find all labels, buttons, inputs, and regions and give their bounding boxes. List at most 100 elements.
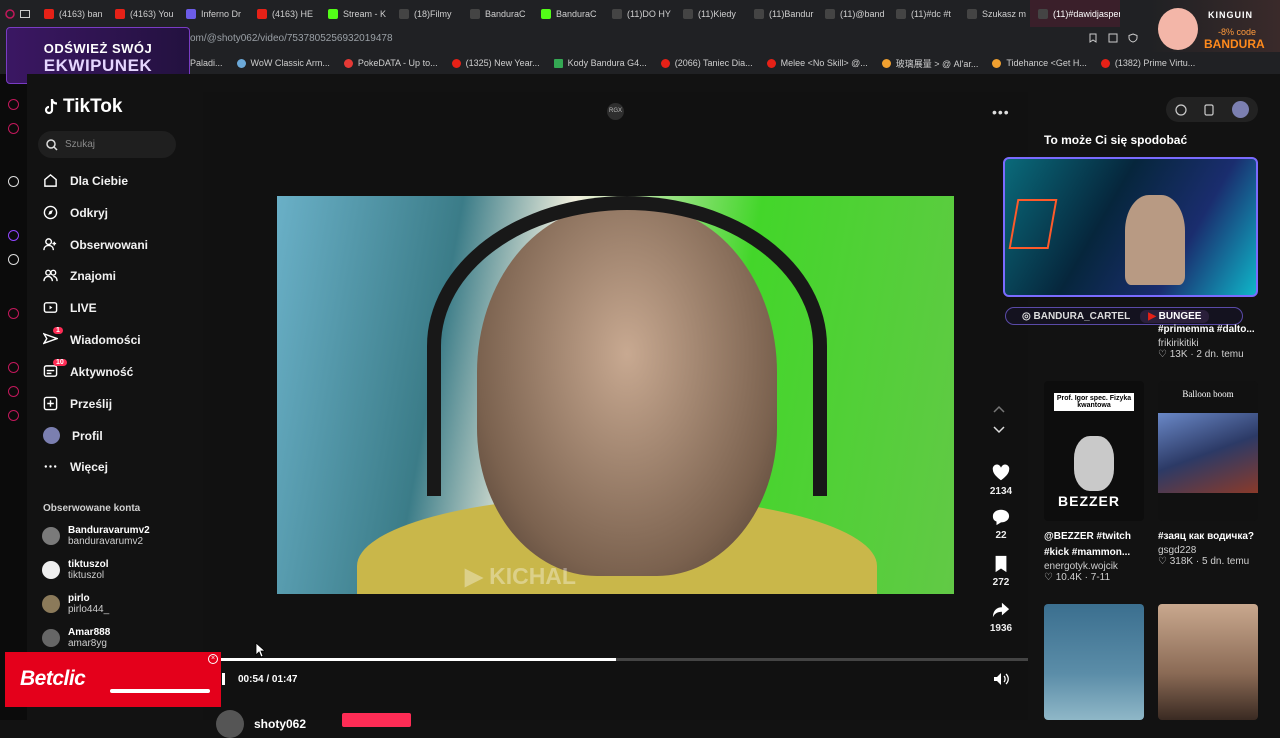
- avatar: [42, 561, 60, 579]
- top-right-actions: [1166, 97, 1258, 122]
- extension-icon[interactable]: [1108, 33, 1118, 43]
- x-icon[interactable]: [8, 254, 19, 265]
- settings-icon[interactable]: [8, 410, 19, 421]
- browser-tab-active[interactable]: (11)#dawidjasper: [1030, 0, 1120, 27]
- followed-account[interactable]: Banduravarumv2 banduravarumv2: [42, 525, 150, 547]
- browser-tab[interactable]: Inferno Dr: [178, 0, 249, 27]
- browser-tab[interactable]: (4163) You: [107, 0, 178, 27]
- avatar: [42, 629, 60, 647]
- inbox-icon: [43, 365, 58, 377]
- browser-tab[interactable]: (11)@band: [817, 0, 888, 27]
- tiktok-icon: [967, 8, 977, 19]
- nav-following[interactable]: Obserwowani: [43, 237, 148, 252]
- share-button[interactable]: 1936: [984, 601, 1018, 634]
- nav-friends[interactable]: Znajomi: [43, 268, 116, 283]
- browser-tab[interactable]: (11)Bandur: [746, 0, 817, 27]
- rail-app-icon[interactable]: [8, 123, 19, 134]
- avatar[interactable]: [1232, 101, 1250, 118]
- instagram-handle: ◎ BANDURA_CARTEL: [1022, 310, 1131, 322]
- browser-menu-icon[interactable]: [0, 0, 20, 27]
- betclic-ad[interactable]: Betclic ×: [5, 652, 221, 707]
- recommended-video-card[interactable]: Prof. Igor spec. Fizyka kwantowa BEZZER …: [1044, 381, 1152, 583]
- video-thumbnail[interactable]: [1158, 604, 1258, 720]
- browser-tab[interactable]: BanduraC: [533, 0, 604, 27]
- youtube-icon: [44, 8, 54, 19]
- browser-tab[interactable]: (11)DO HY: [604, 0, 675, 27]
- video-author[interactable]: shoty062: [216, 710, 306, 738]
- bookmark-item[interactable]: Tidehance <Get H...: [992, 58, 1087, 68]
- device-icon[interactable]: [1204, 103, 1215, 116]
- recommended-video-card[interactable]: #primemma #dalto... frikirikitiki ♡ 13K …: [1158, 322, 1266, 360]
- chevron-down-icon[interactable]: [993, 426, 1005, 437]
- video-thumbnail: Prof. Igor spec. Fizyka kwantowa BEZZER: [1044, 381, 1144, 521]
- rail-app-icon[interactable]: [8, 386, 19, 397]
- browser-tab[interactable]: (4163) HE: [249, 0, 320, 27]
- nav-for-you[interactable]: Dla Ciebie: [43, 173, 128, 188]
- followed-account[interactable]: Amar888 amar8yg: [42, 627, 110, 649]
- bookmark-item[interactable]: 玻璃展量 > @ Al'ar...: [881, 57, 978, 70]
- browser-tab[interactable]: Szukasz m: [959, 0, 1030, 27]
- comment-button[interactable]: 22: [984, 508, 1018, 541]
- tiktok-icon: [612, 8, 622, 19]
- bookmark-item[interactable]: (1382) Prime Virtu...: [1100, 58, 1195, 68]
- url-field[interactable]: om/@shoty062/video/7537805256932019478: [190, 33, 393, 44]
- youtube-icon: [1100, 58, 1110, 68]
- tiktok-icon: [470, 8, 480, 19]
- nav-more[interactable]: Więcej: [43, 459, 108, 474]
- bookmark-item[interactable]: Kody Bandura G4...: [553, 58, 647, 68]
- avatar: [42, 527, 60, 545]
- sheets-icon: [553, 58, 563, 68]
- followed-account[interactable]: tiktuszol tiktuszol: [42, 559, 109, 581]
- compass-icon[interactable]: [1175, 103, 1187, 116]
- bookmark-item[interactable]: (2066) Taniec Dia...: [660, 58, 753, 68]
- search-input[interactable]: Szukaj: [38, 131, 176, 158]
- more-options-icon[interactable]: •••: [992, 104, 1010, 120]
- video-frame[interactable]: ▶ KICHAL: [277, 196, 954, 594]
- nav-profile[interactable]: Profil: [43, 427, 103, 444]
- browser-tab[interactable]: (4163) ban: [36, 0, 107, 27]
- search-icon: [46, 138, 58, 151]
- video-thumbnail[interactable]: [1044, 604, 1144, 720]
- shield-icon[interactable]: [1128, 33, 1138, 43]
- tiktok-icon: [683, 8, 693, 19]
- rail-app-icon[interactable]: [8, 308, 19, 319]
- pause-button[interactable]: [222, 673, 230, 685]
- rail-app-icon[interactable]: [8, 99, 19, 110]
- browser-tab[interactable]: (18)Filmy: [391, 0, 462, 27]
- follow-button[interactable]: [342, 713, 411, 727]
- youtube-icon: [660, 58, 670, 68]
- browser-tab[interactable]: BanduraC: [462, 0, 533, 27]
- bookmark-item[interactable]: Melee <No Skill> @...: [766, 58, 868, 68]
- bookmark-item[interactable]: (1325) New Year...: [451, 58, 540, 68]
- close-icon[interactable]: ×: [208, 654, 218, 664]
- recommended-title: To może Ci się spodobać: [1044, 133, 1188, 147]
- volume-icon[interactable]: [993, 672, 1009, 691]
- browser-tab[interactable]: (11)#dc #t: [888, 0, 959, 27]
- bookmark-icon[interactable]: [1088, 33, 1098, 43]
- channel-badge[interactable]: RGX: [607, 103, 624, 120]
- save-button[interactable]: 272: [984, 555, 1018, 588]
- nav-messages[interactable]: 1 Wiadomości: [43, 327, 141, 347]
- tab-overview-icon[interactable]: [20, 0, 36, 27]
- nav-upload[interactable]: Prześlij: [43, 396, 112, 411]
- followed-account[interactable]: pirlo pirlo444_: [42, 593, 109, 615]
- bookmark-item[interactable]: PokeDATA - Up to...: [343, 58, 438, 68]
- nav-activity[interactable]: 10 Aktywność: [43, 359, 133, 379]
- tiktok-logo[interactable]: TikTok: [43, 96, 122, 118]
- twitch-icon[interactable]: [8, 230, 19, 241]
- rail-app-icon[interactable]: [8, 176, 19, 187]
- browser-tab[interactable]: (11)Kiedy: [675, 0, 746, 27]
- kinguin-ad[interactable]: KINGUIN -8% code BANDURA: [1150, 0, 1280, 55]
- chevron-up-icon[interactable]: [993, 405, 1005, 416]
- youtube-icon: [257, 8, 267, 19]
- bookmark-item[interactable]: Paladi...: [190, 58, 223, 68]
- video-stats: ♡ 10.4K · 7-11: [1044, 572, 1111, 583]
- browser-tab[interactable]: Stream - K: [320, 0, 391, 27]
- bookmark-item[interactable]: WoW Classic Arm...: [236, 58, 330, 68]
- like-button[interactable]: 2134: [984, 464, 1018, 497]
- rail-app-icon[interactable]: [8, 362, 19, 373]
- nav-live[interactable]: LIVE: [43, 300, 97, 315]
- progress-bar[interactable]: [221, 658, 1028, 661]
- recommended-video-card[interactable]: Balloon boom #заяц как водичка? gsgd228 …: [1158, 381, 1266, 567]
- nav-explore[interactable]: Odkryj: [43, 205, 108, 220]
